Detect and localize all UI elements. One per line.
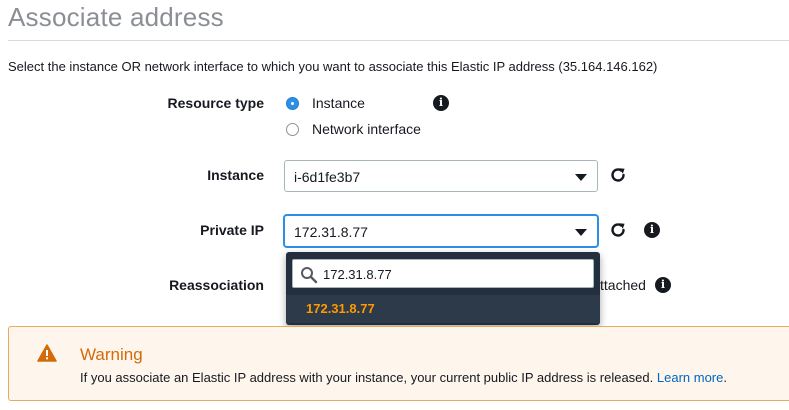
- title-divider: [8, 40, 789, 41]
- warning-body-text: If you associate an Elastic IP address w…: [80, 370, 654, 385]
- radio-network-interface-label[interactable]: Network interface: [312, 121, 421, 137]
- resource-type-label: Resource type: [167, 95, 264, 111]
- radio-instance[interactable]: Instance: [286, 95, 365, 111]
- private-ip-label: Private IP: [200, 222, 264, 238]
- warning-title: Warning: [80, 345, 143, 364]
- refresh-icon[interactable]: [609, 221, 627, 239]
- private-ip-select-value: 172.31.8.77: [294, 224, 368, 240]
- chevron-down-icon: [575, 174, 587, 181]
- learn-more-link[interactable]: Learn more: [657, 370, 723, 385]
- page-title: Associate address: [8, 2, 224, 32]
- instance-label: Instance: [207, 167, 264, 183]
- page-description: Select the instance OR network interface…: [8, 59, 658, 74]
- radio-instance-button[interactable]: [286, 96, 299, 110]
- reassociation-label: Reassociation: [169, 277, 264, 293]
- dropdown-search-input[interactable]: 172.31.8.77: [292, 259, 594, 288]
- private-ip-dropdown: 172.31.8.77 172.31.8.77: [286, 252, 600, 325]
- resource-type-info-icon[interactable]: i: [433, 95, 449, 111]
- warning-alert: Warning If you associate an Elastic IP a…: [8, 326, 789, 401]
- warning-triangle-icon: [37, 344, 57, 362]
- chevron-down-icon: [575, 229, 587, 236]
- private-ip-select[interactable]: 172.31.8.77: [284, 215, 598, 247]
- warning-message: If you associate an Elastic IP address w…: [80, 370, 727, 385]
- radio-instance-label[interactable]: Instance: [312, 95, 365, 111]
- search-icon: [301, 267, 318, 284]
- dropdown-option[interactable]: 172.31.8.77: [286, 295, 600, 323]
- radio-network-interface-button[interactable]: [286, 122, 299, 136]
- warning-trailing-period: .: [723, 370, 727, 385]
- reassociation-info-icon[interactable]: i: [655, 277, 671, 293]
- refresh-icon[interactable]: [609, 166, 627, 184]
- instance-select-value: i-6d1fe3b7: [294, 169, 361, 185]
- dropdown-search-value: 172.31.8.77: [323, 267, 392, 282]
- reassociation-checkbox-label[interactable]: ttached: [600, 277, 646, 293]
- radio-network-interface[interactable]: Network interface: [286, 121, 421, 137]
- private-ip-info-icon[interactable]: i: [644, 222, 660, 238]
- instance-select[interactable]: i-6d1fe3b7: [284, 160, 598, 192]
